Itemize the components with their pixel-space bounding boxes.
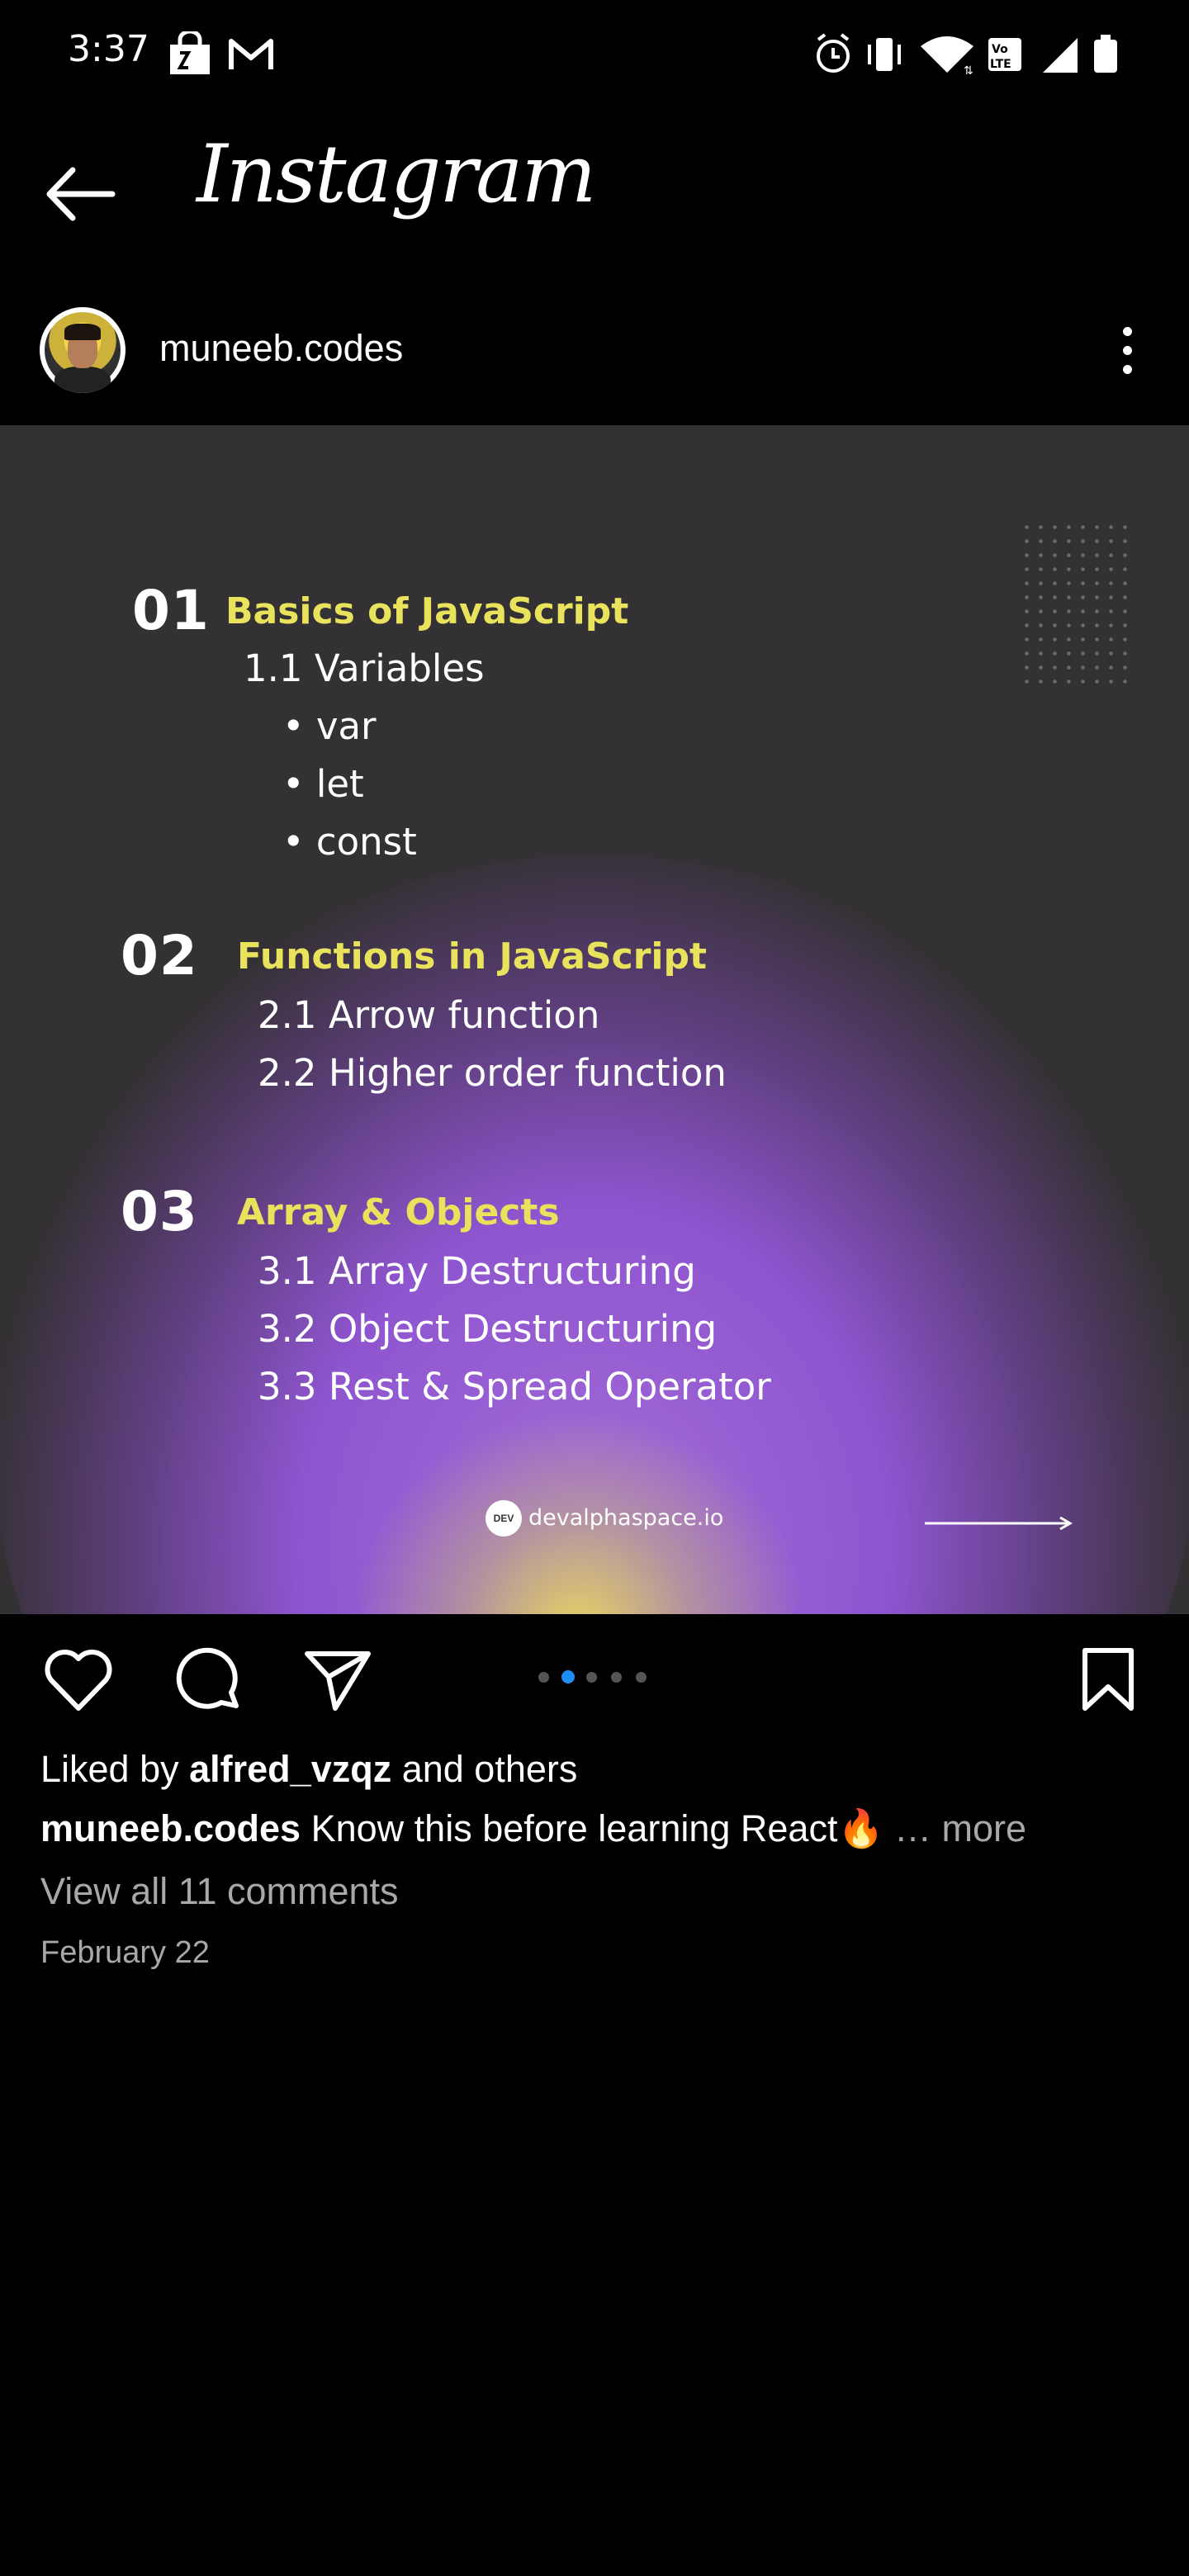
status-icons: ⇅ Vo LTE [817, 33, 1117, 78]
avatar[interactable] [40, 307, 126, 393]
section-item: 1.1 Variables [244, 646, 485, 690]
section-item: • let [282, 762, 364, 806]
section-item: 2.1 Arrow function [258, 993, 600, 1037]
app-title: Instagram [197, 128, 596, 220]
signal-icon [1043, 38, 1078, 73]
likes-suffix: and others [391, 1748, 578, 1790]
volte-icon: Vo LTE [988, 38, 1021, 71]
svg-text:LTE: LTE [990, 58, 1011, 71]
arrow-right-icon [925, 1516, 1073, 1531]
likes-prefix: Liked by [40, 1748, 190, 1790]
post-image[interactable]: 01 Basics of JavaScript 1.1 Variables • … [0, 425, 1189, 1614]
comment-icon[interactable] [173, 1643, 244, 1717]
status-bar: 3:37 ⇅ Vo LTE [0, 0, 1189, 107]
svg-text:⇅: ⇅ [964, 64, 973, 78]
likes-line[interactable]: Liked by alfred_vzqz and others [40, 1748, 577, 1791]
share-icon[interactable] [302, 1643, 373, 1717]
carousel-dot-active [561, 1670, 575, 1683]
dot-grid-decoration [1020, 520, 1127, 694]
view-comments-link[interactable]: View all 11 comments [40, 1870, 399, 1913]
svg-text:Vo: Vo [992, 43, 1008, 56]
credit-text: devalphaspace.io [528, 1505, 724, 1531]
vibrate-icon [868, 38, 901, 71]
dev-logo: DEV [486, 1500, 522, 1537]
post-date: February 22 [40, 1935, 210, 1970]
section-number: 03 [121, 1180, 198, 1243]
status-time: 3:37 [68, 28, 149, 70]
liked-by-user[interactable]: alfred_vzqz [189, 1748, 391, 1790]
carousel-dot [611, 1672, 622, 1683]
section-title: Functions in JavaScript [237, 935, 708, 978]
carousel-dot [586, 1672, 597, 1683]
caption-username[interactable]: muneeb.codes [40, 1807, 301, 1849]
wifi-icon: ⇅ [921, 36, 973, 78]
carousel-dot [636, 1672, 647, 1683]
battery-icon [1094, 35, 1117, 73]
section-item: • const [282, 820, 417, 864]
post-username[interactable]: muneeb.codes [159, 327, 403, 370]
back-arrow-icon[interactable] [43, 165, 116, 223]
bag-icon [170, 31, 210, 74]
section-number: 01 [132, 579, 210, 642]
heart-icon[interactable] [43, 1643, 114, 1717]
bookmark-icon[interactable] [1080, 1643, 1138, 1717]
section-title: Array & Objects [237, 1191, 560, 1234]
gmail-icon [229, 39, 273, 69]
caption-more-link[interactable]: … more [894, 1807, 1026, 1849]
more-options-icon[interactable] [1111, 324, 1144, 378]
caption: muneeb.codes Know this before learning R… [40, 1807, 1026, 1850]
section-number: 02 [121, 924, 198, 987]
alarm-icon [817, 33, 850, 73]
section-item: • var [282, 704, 377, 748]
section-item: 3.2 Object Destructuring [258, 1307, 718, 1351]
section-title: Basics of JavaScript [225, 590, 629, 632]
section-item: 3.3 Rest & Spread Operator [258, 1365, 771, 1409]
caption-text: Know this before learning React🔥 [301, 1807, 884, 1849]
section-item: 3.1 Array Destructuring [258, 1249, 696, 1293]
carousel-indicator [537, 1669, 652, 1686]
carousel-dot [538, 1672, 549, 1683]
section-item: 2.2 Higher order function [258, 1051, 727, 1095]
